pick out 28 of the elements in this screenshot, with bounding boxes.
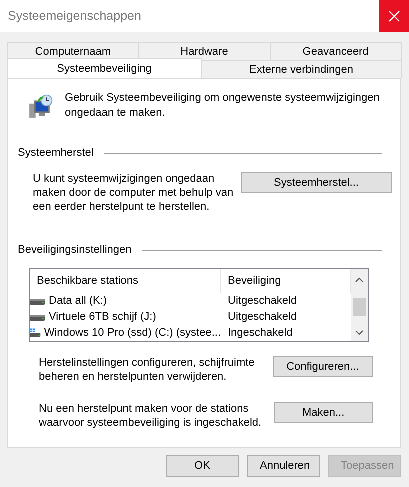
protection-status: Uitgeschakeld	[227, 295, 298, 307]
tab[interactable]: Systeembeveiliging	[7, 58, 202, 78]
scroll-up-icon[interactable]	[355, 277, 364, 283]
drive-name[interactable]: Windows 10 Pro (ssd) (C:) (systee...	[44, 327, 221, 339]
dialog-button[interactable]: OK	[166, 455, 239, 477]
column-header[interactable]: Beschikbare stations	[30, 269, 221, 293]
section-heading: Systeemherstel	[18, 147, 94, 159]
dialog-button[interactable]: Annuleren	[247, 455, 320, 477]
window-title: Systeemeigenschappen	[7, 9, 142, 23]
configure-button[interactable]: Configureren...	[272, 356, 373, 377]
configure-description: Herstelinstellingen configureren, schijfruimte beheren en herstelpunten verwijderen.	[39, 356, 256, 384]
scroll-down-icon[interactable]	[355, 330, 364, 336]
drive-name[interactable]: Data all (K:)	[49, 295, 108, 307]
drive-name[interactable]: Virtuele 6TB schijf (J:)	[49, 311, 156, 323]
system-drive-icon	[30, 327, 42, 339]
system-restore-button[interactable]: Systeemherstel...	[241, 172, 392, 193]
tab[interactable]: Geavanceerd	[270, 42, 402, 60]
section-heading: Beveiligingsinstellingen	[18, 244, 132, 256]
close-icon	[388, 10, 400, 22]
restore-description: U kunt systeemwijzigingen ongedaan maken door de computer met behulp van een eerder herstelpunt te herstellen.	[33, 172, 235, 214]
tab[interactable]: Externe verbindingen	[201, 60, 402, 78]
intro-text: Gebruik Systeembeveiliging om ongewenste systeemwijzigingen ongedaan te maken.	[65, 91, 381, 121]
scrollbar-thumb[interactable]	[353, 298, 366, 316]
protection-status: Uitgeschakeld	[227, 311, 298, 323]
protection-status: Ingeschakeld	[227, 327, 294, 339]
create-description: Nu een herstelpunt maken voor de stations waarvoor systeembeveiliging is ingeschakeld.	[39, 402, 263, 430]
create-button[interactable]: Maken...	[274, 402, 373, 423]
close-button[interactable]	[379, 0, 409, 32]
